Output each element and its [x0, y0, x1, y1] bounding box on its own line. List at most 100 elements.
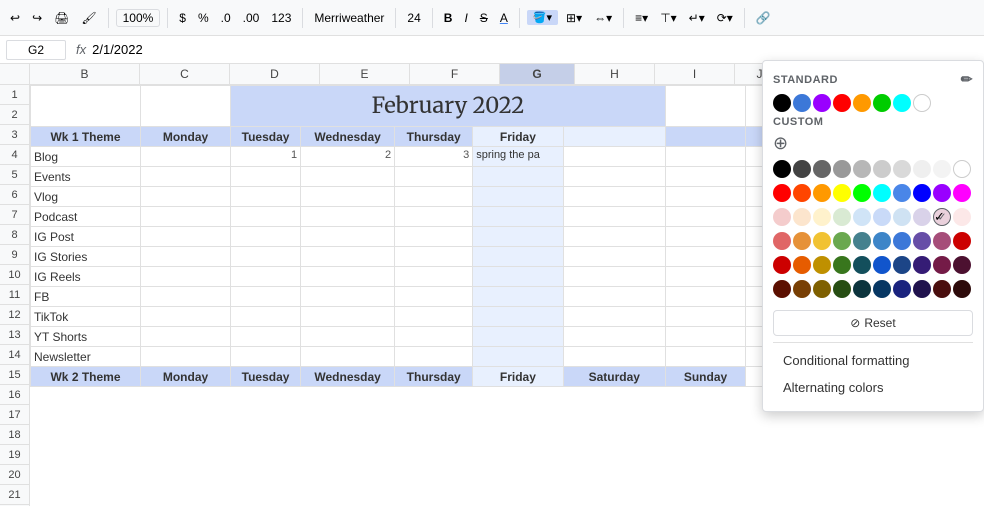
- cell-h12[interactable]: [563, 327, 665, 347]
- cell-i10[interactable]: [666, 287, 746, 307]
- swatch-r2-9[interactable]: [933, 184, 951, 202]
- cell-c7[interactable]: [141, 227, 231, 247]
- cell-reference-input[interactable]: G2: [6, 40, 66, 60]
- row-num-18[interactable]: 18: [0, 425, 29, 445]
- cell-f12[interactable]: [395, 327, 473, 347]
- reset-button[interactable]: ⊘ Reset: [773, 310, 973, 336]
- swatch-r2-3[interactable]: [813, 184, 831, 202]
- swatch-r4-10[interactable]: [953, 232, 971, 250]
- cell-c13[interactable]: [141, 347, 231, 367]
- col-header-e[interactable]: E: [320, 64, 410, 84]
- cell-c12[interactable]: [141, 327, 231, 347]
- conditional-formatting-item[interactable]: Conditional formatting: [773, 347, 973, 374]
- row-num-3[interactable]: 3: [0, 125, 29, 145]
- currency-button[interactable]: $: [175, 9, 190, 27]
- cell-g10[interactable]: [473, 287, 563, 307]
- row-num-17[interactable]: 17: [0, 405, 29, 425]
- cell-h6[interactable]: [563, 207, 665, 227]
- cell-i14-sun[interactable]: Sunday: [666, 367, 746, 387]
- swatch-purple[interactable]: [813, 94, 831, 112]
- row-num-9[interactable]: 9: [0, 245, 29, 265]
- swatch-green[interactable]: [873, 94, 891, 112]
- cell-e14-wed[interactable]: Wednesday: [301, 367, 395, 387]
- cell-g11[interactable]: [473, 307, 563, 327]
- cell-e10[interactable]: [301, 287, 395, 307]
- swatch-r5-8[interactable]: [913, 256, 931, 274]
- format-paint-button[interactable]: 🖌: [77, 9, 100, 27]
- row-num-8[interactable]: 8: [0, 225, 29, 245]
- swatch-white[interactable]: [913, 94, 931, 112]
- swatch-r5-3[interactable]: [813, 256, 831, 274]
- cell-f3-num[interactable]: 3: [395, 147, 473, 167]
- row-num-21[interactable]: 21: [0, 485, 29, 505]
- decimal-less-button[interactable]: .0: [217, 9, 235, 27]
- col-header-g[interactable]: G: [500, 64, 575, 84]
- col-header-i[interactable]: I: [655, 64, 735, 84]
- swatch-r1-2[interactable]: [793, 160, 811, 178]
- cell-e8[interactable]: [301, 247, 395, 267]
- cell-d9[interactable]: [231, 267, 301, 287]
- redo-button[interactable]: ↪: [28, 9, 46, 27]
- cell-d14-tue[interactable]: Tuesday: [231, 367, 301, 387]
- cell-i2-sun[interactable]: [666, 127, 746, 147]
- borders-button[interactable]: ⊞▾: [562, 9, 586, 27]
- row-num-12[interactable]: 12: [0, 305, 29, 325]
- font-size-selector[interactable]: 24: [403, 9, 424, 27]
- cell-i13[interactable]: [666, 347, 746, 367]
- row-num-10[interactable]: 10: [0, 265, 29, 285]
- swatch-black[interactable]: [773, 94, 791, 112]
- swatch-r3-1[interactable]: [773, 208, 791, 226]
- swatch-r4-2[interactable]: [793, 232, 811, 250]
- cell-f2-thu[interactable]: Thursday: [395, 127, 473, 147]
- cell-e3-num[interactable]: 2: [301, 147, 395, 167]
- font-family-selector[interactable]: Merriweather: [310, 9, 388, 27]
- cell-h5[interactable]: [563, 187, 665, 207]
- row-num-13[interactable]: 13: [0, 325, 29, 345]
- swatch-blue[interactable]: [793, 94, 811, 112]
- cell-e9[interactable]: [301, 267, 395, 287]
- cell-b14-wk2[interactable]: Wk 2 Theme: [31, 367, 141, 387]
- cell-d12[interactable]: [231, 327, 301, 347]
- cell-d10[interactable]: [231, 287, 301, 307]
- swatch-r4-6[interactable]: [873, 232, 891, 250]
- cell-e13[interactable]: [301, 347, 395, 367]
- swatch-r3-4[interactable]: [833, 208, 851, 226]
- link-button[interactable]: 🔗: [752, 9, 775, 27]
- cell-b8-igstories[interactable]: IG Stories: [31, 247, 141, 267]
- cell-f10[interactable]: [395, 287, 473, 307]
- swatch-r6-4[interactable]: [833, 280, 851, 298]
- cell-d5[interactable]: [231, 187, 301, 207]
- col-header-d[interactable]: D: [230, 64, 320, 84]
- cell-h2-sat[interactable]: [563, 127, 665, 147]
- text-wrap-button[interactable]: ↵▾: [685, 9, 709, 27]
- swatch-r2-5[interactable]: [853, 184, 871, 202]
- cell-e2-wed[interactable]: Wednesday: [301, 127, 395, 147]
- cell-b7-igpost[interactable]: IG Post: [31, 227, 141, 247]
- formula-input[interactable]: 2/1/2022: [92, 42, 978, 57]
- cell-d6[interactable]: [231, 207, 301, 227]
- cell-f6[interactable]: [395, 207, 473, 227]
- add-custom-button[interactable]: ⊕: [773, 134, 973, 152]
- cell-h9[interactable]: [563, 267, 665, 287]
- swatch-r1-1[interactable]: [773, 160, 791, 178]
- swatch-r2-2[interactable]: [793, 184, 811, 202]
- cell-c11[interactable]: [141, 307, 231, 327]
- cell-f14-thu[interactable]: Thursday: [395, 367, 473, 387]
- cell-i3[interactable]: [666, 147, 746, 167]
- cell-d7[interactable]: [231, 227, 301, 247]
- cell-i1[interactable]: [666, 86, 746, 127]
- cell-e7[interactable]: [301, 227, 395, 247]
- cell-f9[interactable]: [395, 267, 473, 287]
- col-header-h[interactable]: H: [575, 64, 655, 84]
- italic-button[interactable]: I: [460, 9, 471, 27]
- cell-d13[interactable]: [231, 347, 301, 367]
- swatch-r2-1[interactable]: [773, 184, 791, 202]
- cell-f13[interactable]: [395, 347, 473, 367]
- cell-b2-wk1[interactable]: Wk 1 Theme: [31, 127, 141, 147]
- cell-c1[interactable]: [141, 86, 231, 127]
- swatch-r5-10[interactable]: [953, 256, 971, 274]
- cell-d4[interactable]: [231, 167, 301, 187]
- swatch-r3-2[interactable]: [793, 208, 811, 226]
- cell-c5[interactable]: [141, 187, 231, 207]
- cell-c6[interactable]: [141, 207, 231, 227]
